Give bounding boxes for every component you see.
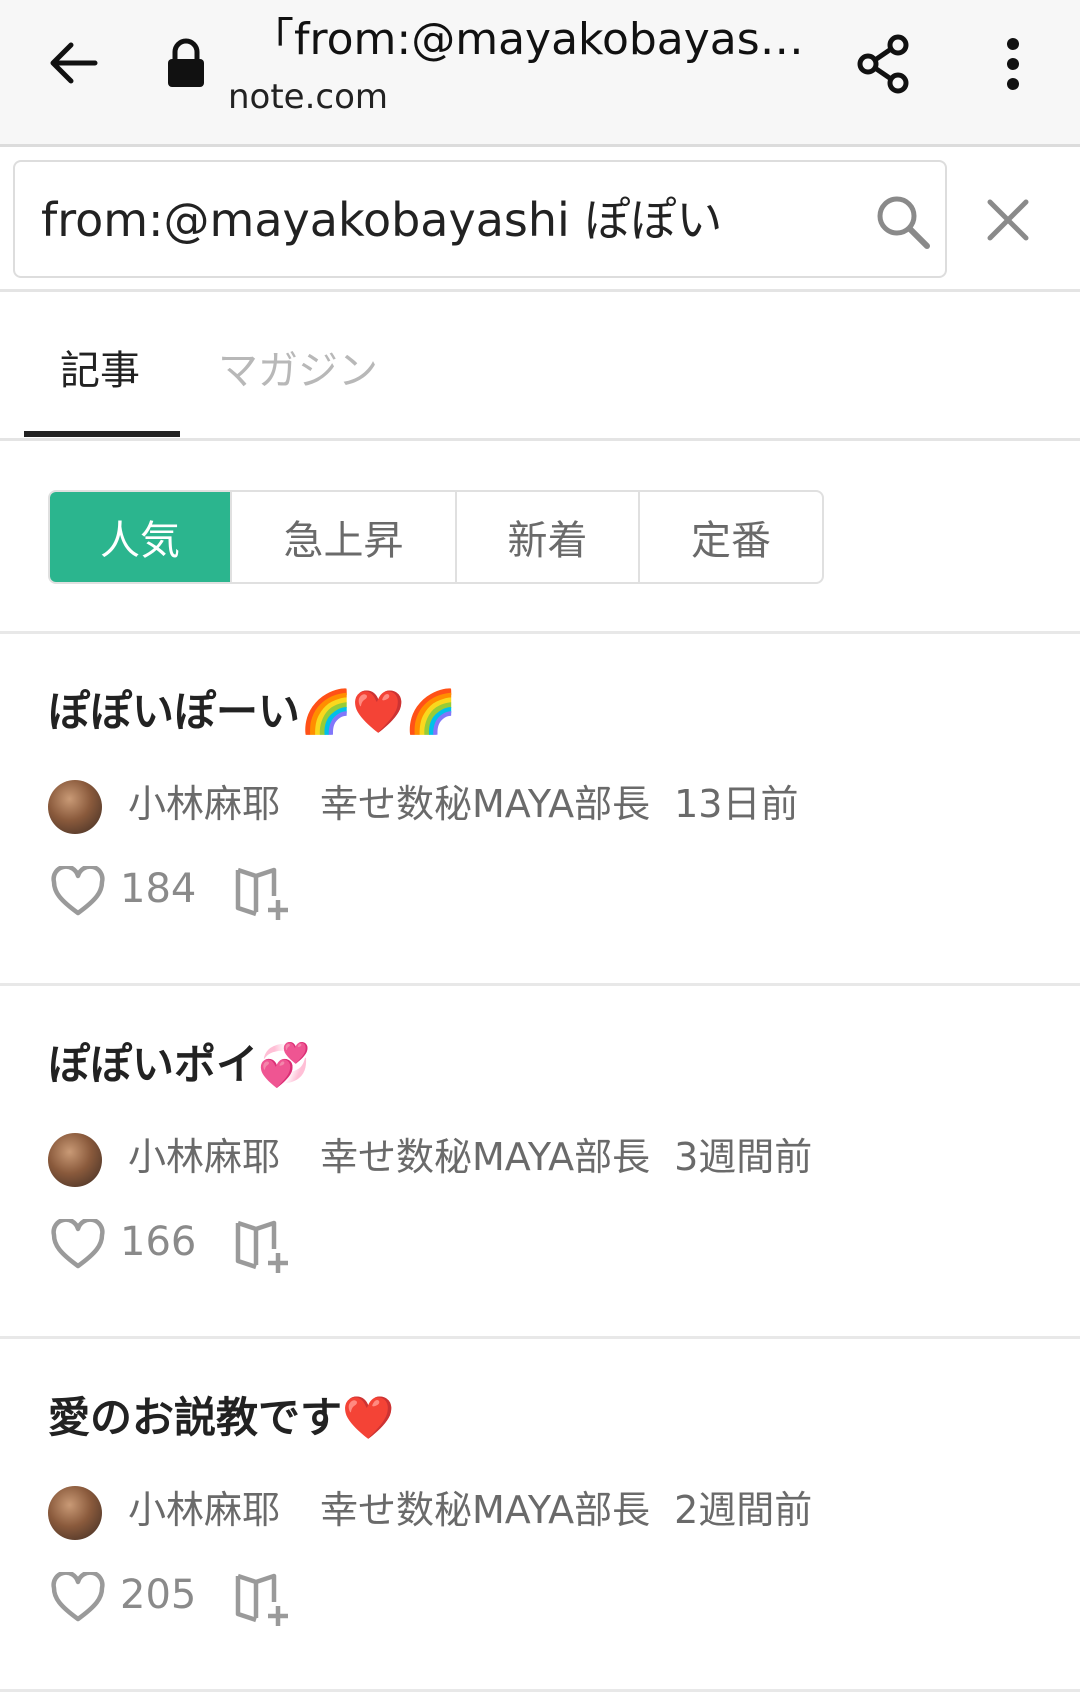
avatar[interactable] xyxy=(48,780,102,834)
active-tab-indicator xyxy=(24,431,180,437)
search-icon[interactable] xyxy=(873,192,933,252)
add-to-magazine-icon[interactable] xyxy=(232,862,292,922)
content-tabs: 記事 マガジン xyxy=(0,295,1080,441)
add-to-magazine-icon[interactable] xyxy=(232,1215,292,1275)
tab-articles[interactable]: 記事 xyxy=(60,343,140,399)
more-vertical-icon xyxy=(1007,38,1019,90)
add-to-magazine-icon[interactable] xyxy=(232,1568,292,1628)
article-meta: 小林麻耶 幸せ数秘MAYA部長 13日前 xyxy=(128,776,798,832)
search-input[interactable]: from:@mayakobayashi ぽぽい xyxy=(13,160,947,278)
article-title[interactable]: ぽぽいポイ💞 xyxy=(48,1035,310,1095)
page-title[interactable]: 「from:@mayakobayash… xyxy=(250,10,810,70)
overflow-menu-button[interactable] xyxy=(985,30,1041,98)
sort-selector: 人気 急上昇 新着 定番 xyxy=(48,490,824,584)
like-count: 184 xyxy=(120,866,197,912)
sort-trending[interactable]: 急上昇 xyxy=(232,492,457,582)
like-count: 166 xyxy=(120,1219,197,1265)
back-button[interactable] xyxy=(38,28,108,98)
article-card[interactable]: 愛のお説教です❤️ 小林麻耶 幸せ数秘MAYA部長 2週間前 205 xyxy=(0,1340,1080,1692)
browser-toolbar: 「from:@mayakobayash… note.com xyxy=(0,0,1080,147)
post-date: 3週間前 xyxy=(674,1135,813,1179)
arrow-left-icon xyxy=(50,42,98,84)
search-query[interactable]: from:@mayakobayashi ぽぽい xyxy=(41,190,722,250)
magazine-name[interactable]: 幸せ数秘MAYA部長 xyxy=(320,1488,650,1532)
article-title[interactable]: 愛のお説教です❤️ xyxy=(48,1388,394,1448)
article-card[interactable]: ぽぽいポイ💞 小林麻耶 幸せ数秘MAYA部長 3週間前 166 xyxy=(0,987,1080,1339)
tab-magazines[interactable]: マガジン xyxy=(218,343,378,399)
post-date: 2週間前 xyxy=(674,1488,813,1532)
author-name[interactable]: 小林麻耶 xyxy=(128,1135,280,1179)
magazine-name[interactable]: 幸せ数秘MAYA部長 xyxy=(320,1135,650,1179)
article-meta: 小林麻耶 幸せ数秘MAYA部長 3週間前 xyxy=(128,1129,812,1185)
post-date: 13日前 xyxy=(674,782,799,826)
heart-icon[interactable] xyxy=(50,1219,106,1271)
search-bar: from:@mayakobayashi ぽぽい xyxy=(0,150,1080,292)
share-button[interactable] xyxy=(850,30,918,98)
lock-icon xyxy=(164,38,208,88)
clear-search-button[interactable] xyxy=(978,190,1038,250)
sort-popular[interactable]: 人気 xyxy=(50,492,232,582)
author-name[interactable]: 小林麻耶 xyxy=(128,782,280,826)
magazine-name[interactable]: 幸せ数秘MAYA部長 xyxy=(320,782,650,826)
heart-icon[interactable] xyxy=(50,1572,106,1624)
author-name[interactable]: 小林麻耶 xyxy=(128,1488,280,1532)
article-title[interactable]: ぽぽいぽーい🌈❤️🌈 xyxy=(48,682,457,742)
close-icon xyxy=(987,199,1029,241)
sort-new[interactable]: 新着 xyxy=(457,492,640,582)
sort-classic[interactable]: 定番 xyxy=(640,492,822,582)
avatar[interactable] xyxy=(48,1486,102,1540)
article-meta: 小林麻耶 幸せ数秘MAYA部長 2週間前 xyxy=(128,1482,812,1538)
page-domain[interactable]: note.com xyxy=(228,74,388,120)
like-count: 205 xyxy=(120,1572,197,1618)
article-card[interactable]: ぽぽいぽーい🌈❤️🌈 小林麻耶 幸せ数秘MAYA部長 13日前 184 xyxy=(0,634,1080,986)
share-icon xyxy=(857,34,909,94)
avatar[interactable] xyxy=(48,1133,102,1187)
heart-icon[interactable] xyxy=(50,866,106,918)
